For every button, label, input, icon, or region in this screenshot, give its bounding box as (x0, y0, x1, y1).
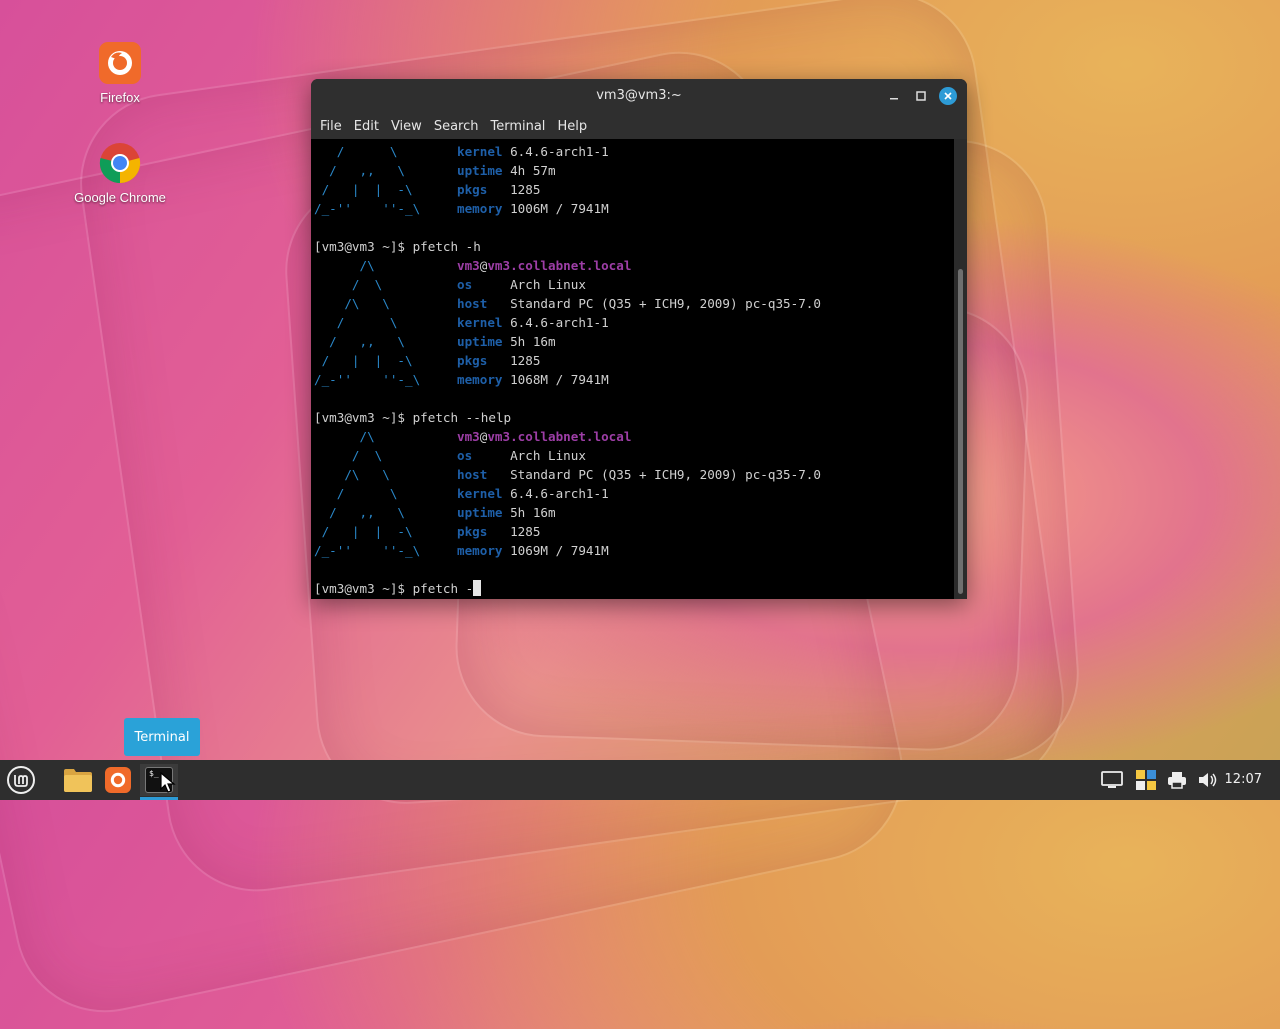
window-title: vm3@vm3:~ (596, 88, 682, 103)
display-icon (1101, 771, 1123, 788)
pfetch-line: /\ vm3@vm3.collabnet.local (314, 258, 632, 273)
desktop-icon-chrome[interactable]: Google Chrome (65, 142, 175, 205)
chrome-icon (99, 142, 141, 184)
firefox-icon (99, 42, 141, 84)
printer-tray-button[interactable] (1161, 764, 1193, 796)
printer-icon (1168, 772, 1186, 789)
pfetch-line: / \ kernel 6.4.6-arch1-1 (314, 144, 609, 159)
taskbar-tooltip: Terminal (124, 718, 200, 756)
prompt-line[interactable]: [vm3@vm3 ~]$ pfetch - (314, 579, 482, 598)
pfetch-line: /_-'' ''-_\ memory 1069M / 7941M (314, 543, 609, 558)
pfetch-line: /\ vm3@vm3.collabnet.local (314, 429, 632, 444)
command-line: [vm3@vm3 ~]$ pfetch --help (314, 410, 512, 425)
desktop-icon-firefox[interactable]: Firefox (65, 42, 175, 105)
pfetch-line: / \ os Arch Linux (314, 277, 586, 292)
files-icon (64, 769, 92, 792)
menu-file[interactable]: File (315, 119, 347, 134)
mouse-pointer-icon (160, 772, 176, 793)
desktop-icon-label: Firefox (100, 90, 140, 105)
pfetch-line: / ,, \ uptime 5h 16m (314, 505, 556, 520)
terminal-output[interactable]: / \ kernel 6.4.6-arch1-1 / ,, \ uptime 4h … (311, 139, 954, 599)
volume-tray-button[interactable] (1192, 764, 1224, 796)
pfetch-line: / \ kernel 6.4.6-arch1-1 (314, 486, 609, 501)
pfetch-line: /_-'' ''-_\ memory 1068M / 7941M (314, 372, 609, 387)
taskbar-terminal-button[interactable]: $_ (140, 764, 178, 800)
window-titlebar[interactable]: vm3@vm3:~ (311, 79, 967, 113)
update-icon (1136, 770, 1156, 790)
taskbar: $_ 12:07 (0, 760, 1280, 800)
menu-icon (7, 766, 35, 794)
display-tray-button[interactable] (1096, 764, 1128, 796)
prompt-text: [vm3@vm3 ~]$ pfetch - (314, 581, 474, 596)
menu-edit[interactable]: Edit (349, 119, 384, 134)
terminal-window[interactable]: vm3@vm3:~ File Edit View Search Terminal… (311, 79, 967, 599)
update-tray-button[interactable] (1130, 764, 1162, 796)
menu-search[interactable]: Search (429, 119, 484, 134)
pfetch-line: / \ kernel 6.4.6-arch1-1 (314, 315, 609, 330)
taskbar-firefox-button[interactable] (102, 764, 134, 796)
menu-button[interactable] (5, 764, 37, 796)
pfetch-line: / ,, \ uptime 5h 16m (314, 334, 556, 349)
maximize-button[interactable] (912, 87, 930, 105)
terminal-scrollbar[interactable] (954, 139, 967, 599)
menu-help[interactable]: Help (552, 119, 592, 134)
pfetch-line: /\ \ host Standard PC (Q35 + ICH9, 2009) … (314, 296, 821, 311)
pfetch-line: / | | -\ pkgs 1285 (314, 353, 541, 368)
minimize-button[interactable] (885, 87, 903, 105)
command-line: [vm3@vm3 ~]$ pfetch -h (314, 239, 481, 254)
pfetch-line: / ,, \ uptime 4h 57m (314, 163, 556, 178)
pfetch-line: / \ os Arch Linux (314, 448, 586, 463)
scrollbar-thumb[interactable] (958, 269, 963, 594)
menu-terminal[interactable]: Terminal (485, 119, 550, 134)
menu-view[interactable]: View (386, 119, 427, 134)
firefox-icon (105, 767, 131, 793)
volume-icon (1199, 773, 1217, 787)
pfetch-line: / | | -\ pkgs 1285 (314, 524, 541, 539)
text-cursor (473, 580, 482, 596)
taskbar-files-button[interactable] (62, 764, 94, 796)
pfetch-line: / | | -\ pkgs 1285 (314, 182, 541, 197)
pfetch-line: /\ \ host Standard PC (Q35 + ICH9, 2009) … (314, 467, 821, 482)
menubar: File Edit View Search Terminal Help (311, 113, 967, 139)
clock[interactable]: 12:07 (1225, 772, 1262, 787)
desktop-icon-label: Google Chrome (74, 190, 166, 205)
close-button[interactable] (939, 87, 957, 105)
pfetch-line: /_-'' ''-_\ memory 1006M / 7941M (314, 201, 609, 216)
